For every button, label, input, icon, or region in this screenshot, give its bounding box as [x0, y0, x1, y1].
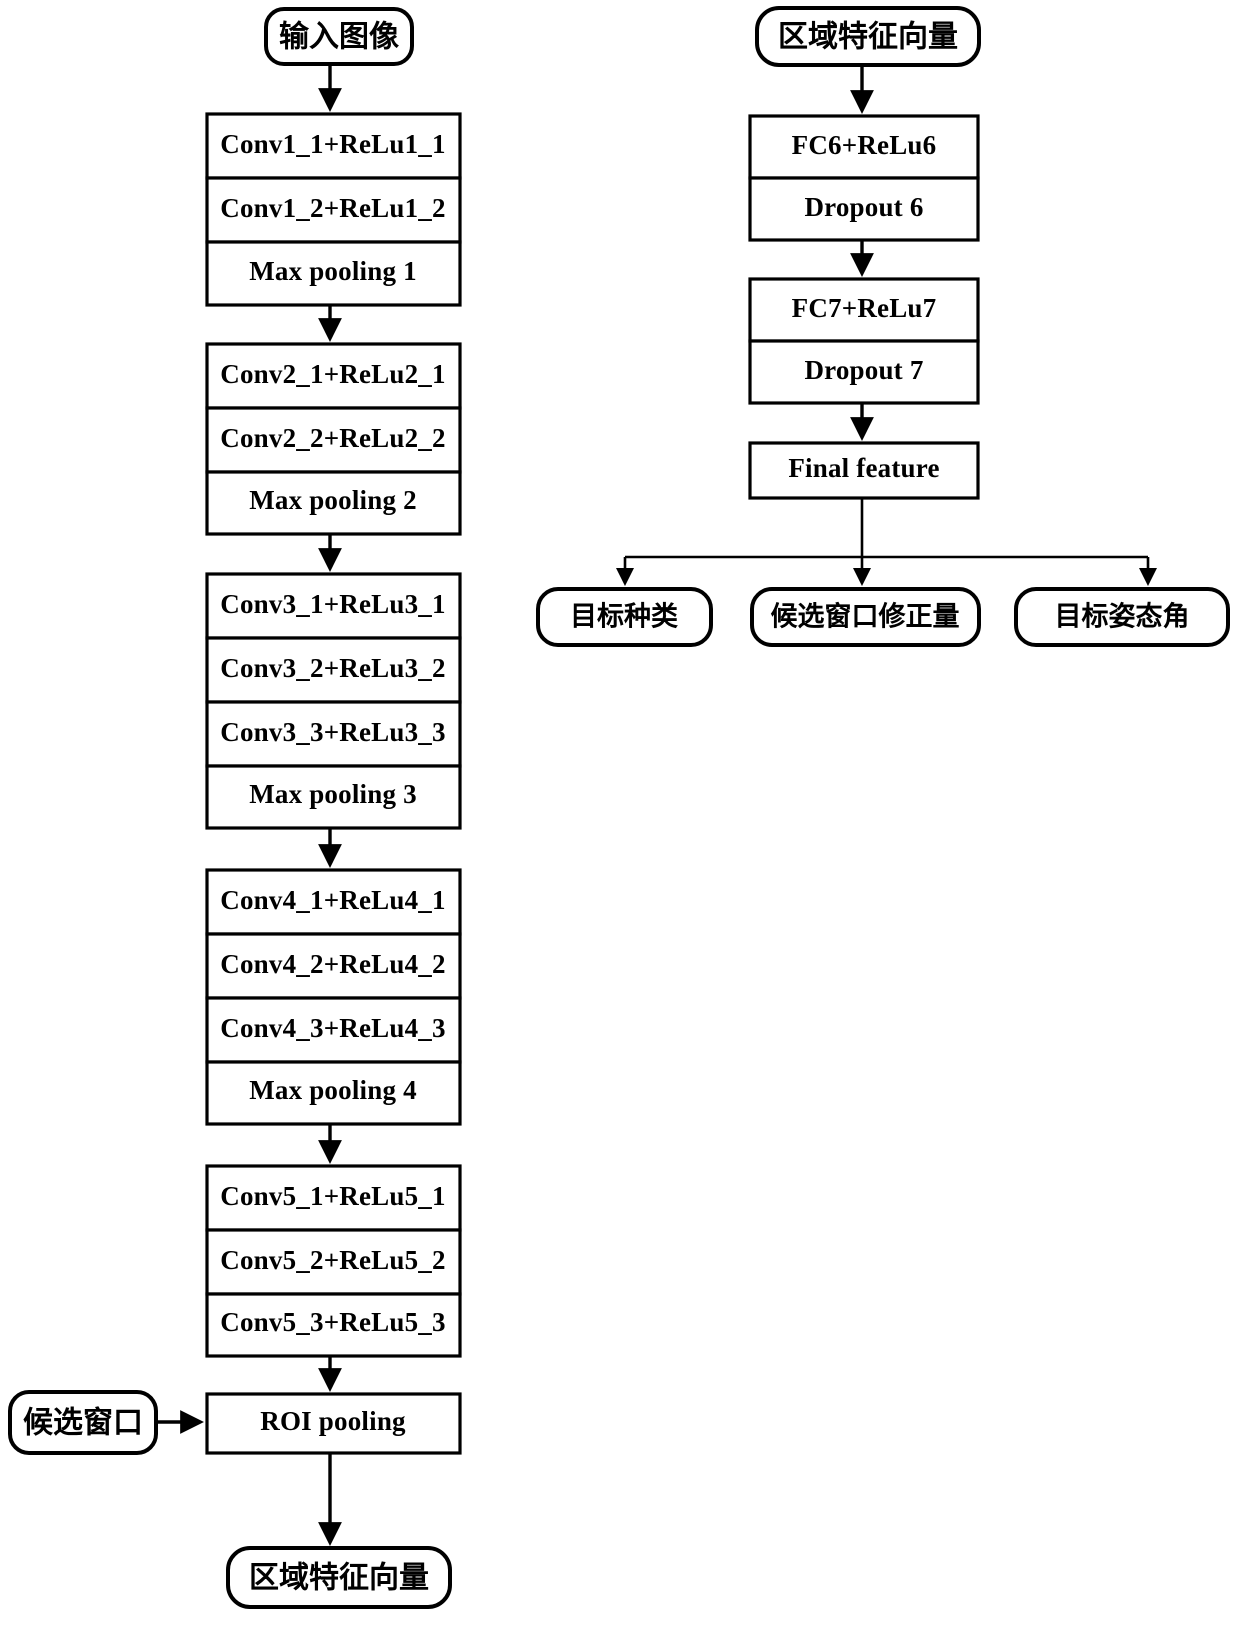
conv-block-3-row-1-label: Conv3_2+ReLu3_2	[220, 653, 445, 683]
node-region-feature-vector-left: 区域特征向量	[226, 1546, 452, 1609]
node-final-feature: Final feature	[748, 441, 980, 500]
node-output-object-class-label: 目标种类	[570, 602, 678, 633]
conv-block-3-row-2-label: Conv3_3+ReLu3_3	[220, 717, 445, 747]
conv-block-1-row-1-label: Conv1_2+ReLu1_2	[220, 193, 445, 223]
fc6-block-row-0-label: FC6+ReLu6	[792, 130, 937, 160]
conv-block-1-row-2-label: Max pooling 1	[249, 256, 417, 286]
node-roi-pooling: ROI pooling	[205, 1392, 462, 1455]
node-input-image-label: 输入图像	[279, 20, 399, 55]
node-output-pose-angle: 目标姿态角	[1014, 587, 1230, 647]
conv-block-2-row-0-label: Conv2_1+ReLu2_1	[220, 359, 445, 389]
conv-block-5: Conv5_1+ReLu5_1 Conv5_2+ReLu5_2 Conv5_3+…	[205, 1164, 462, 1358]
node-final-feature-label: Final feature	[788, 453, 939, 483]
edge-final-feature-fanout	[615, 498, 1158, 587]
conv-block-5-row-0-label: Conv5_1+ReLu5_1	[220, 1181, 445, 1211]
fc6-block-row-1-label: Dropout 6	[804, 192, 923, 222]
conv-block-5-row-2-label: Conv5_3+ReLu5_3	[220, 1307, 445, 1337]
conv-block-2-row-2-label: Max pooling 2	[249, 485, 417, 515]
node-region-feature-vector-right-label: 区域特征向量	[778, 20, 958, 55]
conv-block-4-row-0-label: Conv4_1+ReLu4_1	[220, 885, 445, 915]
conv-block-4-row-3-label: Max pooling 4	[249, 1075, 417, 1105]
node-output-object-class: 目标种类	[536, 587, 713, 647]
fc7-block-row-1-label: Dropout 7	[804, 355, 923, 385]
node-roi-pooling-label: ROI pooling	[260, 1406, 406, 1436]
node-proposal-window: 候选窗口	[8, 1390, 158, 1455]
conv-block-2-row-1-label: Conv2_2+ReLu2_2	[220, 423, 445, 453]
conv-block-1-row-0-label: Conv1_1+ReLu1_1	[220, 129, 445, 159]
flowchart-canvas: 输入图像 Conv1_1+ReLu1_1 Conv1_2+ReLu1_2 Max…	[8, 6, 1230, 1609]
node-output-bbox-regression-label: 候选窗口修正量	[771, 601, 960, 633]
node-region-feature-vector-right: 区域特征向量	[755, 6, 981, 67]
conv-block-4-row-2-label: Conv4_3+ReLu4_3	[220, 1013, 445, 1043]
conv-block-4-row-1-label: Conv4_2+ReLu4_2	[220, 949, 445, 979]
conv-block-3-row-0-label: Conv3_1+ReLu3_1	[220, 589, 445, 619]
conv-block-3-row-3-label: Max pooling 3	[249, 779, 417, 809]
flowchart-diagram: 输入图像 Conv1_1+ReLu1_1 Conv1_2+ReLu1_2 Max…	[0, 0, 1240, 1625]
node-output-pose-angle-label: 目标姿态角	[1055, 601, 1190, 633]
conv-block-5-row-1-label: Conv5_2+ReLu5_2	[220, 1245, 445, 1275]
node-output-bbox-regression: 候选窗口修正量	[750, 587, 981, 647]
node-input-image: 输入图像	[264, 7, 414, 66]
conv-block-1: Conv1_1+ReLu1_1 Conv1_2+ReLu1_2 Max pool…	[205, 112, 462, 307]
fc7-block-row-0-label: FC7+ReLu7	[792, 293, 937, 323]
fc7-block: FC7+ReLu7 Dropout 7	[748, 277, 980, 405]
conv-block-3: Conv3_1+ReLu3_1 Conv3_2+ReLu3_2 Conv3_3+…	[205, 572, 462, 830]
fc6-block: FC6+ReLu6 Dropout 6	[748, 114, 980, 242]
node-region-feature-vector-left-label: 区域特征向量	[249, 1561, 429, 1596]
conv-block-4: Conv4_1+ReLu4_1 Conv4_2+ReLu4_2 Conv4_3+…	[205, 868, 462, 1126]
node-proposal-window-label: 候选窗口	[23, 1406, 143, 1441]
conv-block-2: Conv2_1+ReLu2_1 Conv2_2+ReLu2_2 Max pool…	[205, 342, 462, 536]
